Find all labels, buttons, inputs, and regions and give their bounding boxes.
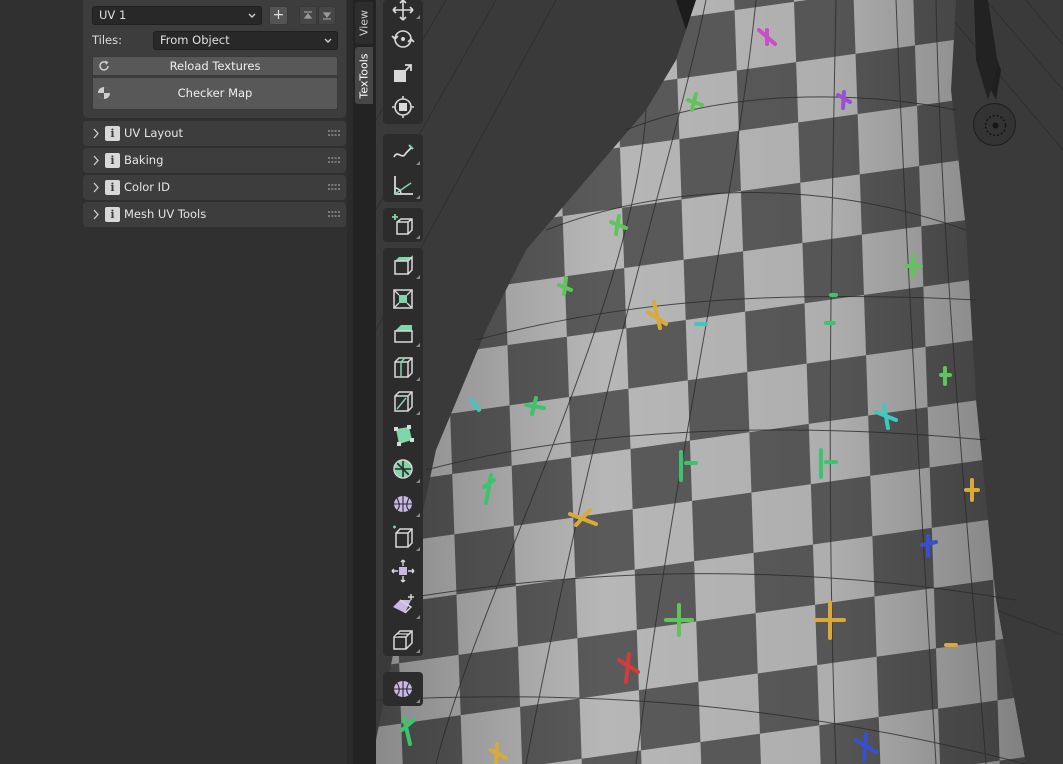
arrow-top-icon <box>303 11 313 19</box>
panel-baking[interactable]: i Baking <box>83 148 346 173</box>
tab-view[interactable]: View <box>355 2 373 44</box>
spin-icon <box>393 459 413 479</box>
chevron-down-icon <box>248 13 256 18</box>
tool-shrink-fatten[interactable] <box>383 554 423 588</box>
edge-slide-icon <box>393 525 413 548</box>
tool-edge-slide[interactable] <box>383 520 423 554</box>
scale-icon <box>394 64 412 82</box>
tab-view-label: View <box>357 9 371 37</box>
inset-faces-icon <box>393 289 413 309</box>
tool-spin[interactable] <box>383 452 423 486</box>
tool-knife[interactable] <box>383 384 423 418</box>
tool-loop-cut[interactable] <box>383 350 423 384</box>
move-top-button[interactable] <box>299 6 317 25</box>
chevron-right-icon <box>93 155 99 166</box>
tiles-value: From Object <box>160 33 230 47</box>
smooth-icon <box>394 496 412 512</box>
tab-textools-label: TexTools <box>357 52 371 99</box>
tab-textools[interactable]: TexTools <box>355 47 373 104</box>
add-cube-icon <box>392 214 413 235</box>
panel-title: Mesh UV Tools <box>124 207 207 221</box>
knife-icon <box>394 391 413 412</box>
panel-title: UV Layout <box>124 126 184 140</box>
info-icon[interactable]: i <box>105 126 120 141</box>
tool-bevel[interactable] <box>383 316 423 350</box>
tiles-label: Tiles: <box>92 33 123 47</box>
mesh-scene <box>376 0 1063 764</box>
properties-empty-area <box>0 0 83 764</box>
sidebar-tab-strip: View TexTools <box>353 0 376 764</box>
shear-icon <box>393 594 414 614</box>
add-uv-map-button[interactable]: + <box>269 6 288 25</box>
tool-annotate[interactable] <box>383 134 423 168</box>
move-bottom-button[interactable] <box>318 6 336 25</box>
panel-title: Color ID <box>124 180 170 194</box>
light-object-icon[interactable] <box>973 103 1016 146</box>
plus-icon: + <box>272 7 285 23</box>
info-icon[interactable]: i <box>105 153 120 168</box>
panel-title: Baking <box>124 153 164 167</box>
checker-sphere-icon <box>98 87 110 99</box>
bevel-icon <box>394 325 413 343</box>
info-icon[interactable]: i <box>105 180 120 195</box>
tool-rip-region[interactable] <box>383 622 423 656</box>
textures-panel: UV 1 + Tiles: From Object Reload Texture… <box>83 0 346 118</box>
chevron-right-icon <box>93 128 99 139</box>
reload-textures-label: Reload Textures <box>169 59 261 73</box>
tiles-row: Tiles: From Object <box>92 31 338 51</box>
tool-sphere[interactable] <box>383 672 423 706</box>
reload-textures-button[interactable]: Reload Textures <box>92 56 338 76</box>
arrow-bottom-icon <box>322 12 332 20</box>
drag-handle-icon[interactable] <box>328 211 340 218</box>
tool-poly-build[interactable] <box>383 418 423 452</box>
info-icon[interactable]: i <box>105 207 120 222</box>
chevron-down-icon <box>324 38 332 43</box>
sphere-icon <box>394 681 412 697</box>
textools-panel: UV 1 + Tiles: From Object Reload Texture… <box>83 0 347 764</box>
panel-mesh-uv-tools[interactable]: i Mesh UV Tools <box>83 202 346 227</box>
drag-handle-icon[interactable] <box>328 184 340 191</box>
transform-icon <box>392 96 414 118</box>
tool-inset[interactable] <box>383 282 423 316</box>
tool-shear[interactable] <box>383 588 423 622</box>
loop-cut-icon <box>394 357 413 378</box>
chevron-right-icon <box>93 209 99 220</box>
checker-map-button[interactable]: Checker Map <box>92 77 338 110</box>
chevron-right-icon <box>93 182 99 193</box>
tool-extrude[interactable] <box>383 248 423 282</box>
measure-icon <box>394 176 413 195</box>
3d-viewport[interactable] <box>376 0 1063 764</box>
rip-region-icon <box>393 630 413 650</box>
move-icon <box>392 0 414 21</box>
drag-handle-icon[interactable] <box>328 157 340 164</box>
poly-build-icon <box>394 425 414 446</box>
tool-transform[interactable] <box>383 90 423 124</box>
tool-move[interactable] <box>383 0 423 22</box>
shrink-fatten-icon <box>391 559 415 583</box>
refresh-icon <box>99 60 109 71</box>
uv-map-value: UV 1 <box>99 8 127 22</box>
tool-rotate[interactable] <box>383 22 423 56</box>
rotate-icon <box>391 30 415 48</box>
tool-measure[interactable] <box>383 168 423 202</box>
drag-handle-icon[interactable] <box>328 130 340 137</box>
panel-color-id[interactable]: i Color ID <box>83 175 346 200</box>
tool-smooth[interactable] <box>383 486 423 520</box>
checker-map-label: Checker Map <box>177 86 253 100</box>
extrude-region-icon <box>394 255 413 275</box>
tool-add-cube[interactable] <box>383 208 423 242</box>
uv-map-row: UV 1 + <box>92 6 338 26</box>
tiles-dropdown[interactable]: From Object <box>153 31 338 50</box>
panel-uv-layout[interactable]: i UV Layout <box>83 121 346 146</box>
tool-scale[interactable] <box>383 56 423 90</box>
uv-map-dropdown[interactable]: UV 1 <box>92 6 262 25</box>
annotate-icon <box>393 144 414 158</box>
